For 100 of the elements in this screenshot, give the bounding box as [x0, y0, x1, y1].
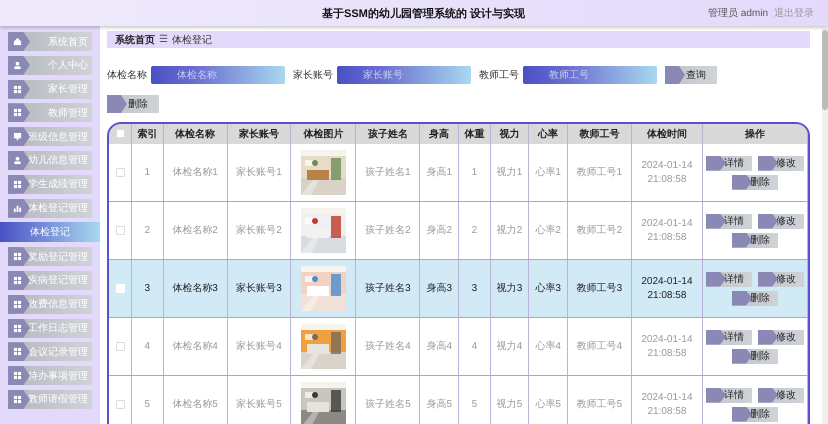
input-field[interactable]: 家长账号 — [337, 66, 471, 84]
column-header: 身高 — [420, 124, 459, 144]
row-checkbox[interactable] — [116, 168, 124, 177]
table-cell: 1 — [132, 144, 164, 202]
delete-row-button[interactable]: 删除 — [732, 174, 778, 190]
bar-chart-icon — [13, 204, 22, 213]
table-cell: 心率3 — [528, 260, 568, 318]
column-header: 孩子姓名 — [356, 124, 420, 144]
scrollbar-thumb[interactable] — [822, 30, 828, 110]
query-button[interactable]: 查询 — [665, 66, 717, 84]
column-header: 家长账号 — [227, 124, 291, 144]
table-cell: 家长账号5 — [227, 376, 291, 424]
input-field[interactable]: 体检名称 — [151, 66, 285, 84]
grid-icon — [13, 276, 22, 285]
table-cell: 3 — [458, 260, 490, 318]
table-row[interactable]: 4 体检名称4 家长账号4 孩子姓名4 身高4 4 视力4 心率4 教师工号4 2024-01-14 21:08:58 详情 修改 删除 — [109, 318, 808, 376]
table-cell: 2024-01-14 21:08:58 — [631, 318, 702, 376]
grid-icon — [13, 324, 22, 333]
detail-button[interactable]: 详情 — [706, 388, 752, 402]
detail-button[interactable]: 详情 — [706, 156, 752, 170]
delete-row-button[interactable]: 删除 — [732, 406, 778, 422]
row-checkbox[interactable] — [116, 400, 124, 409]
table-cell: 5 — [458, 376, 490, 424]
column-header: 体重 — [458, 124, 490, 144]
table-cell: 家长账号4 — [227, 318, 291, 376]
delete-row-button[interactable]: 删除 — [732, 348, 778, 364]
grid-icon — [13, 84, 22, 94]
table-cell: 孩子姓名1 — [356, 144, 420, 202]
table-cell: 5 — [132, 376, 164, 424]
grid-icon — [13, 252, 22, 262]
detail-button[interactable]: 详情 — [706, 214, 752, 228]
person-icon — [13, 156, 22, 165]
user-label: 管理员 admin — [708, 7, 768, 20]
table-cell: 2024-01-14 21:08:58 — [631, 260, 702, 318]
column-header: 视力 — [490, 124, 529, 144]
table-cell: 孩子姓名5 — [356, 376, 420, 424]
detail-button[interactable]: 详情 — [706, 330, 752, 344]
grid-icon — [13, 394, 22, 404]
delete-button[interactable]: 删除 — [107, 95, 159, 113]
table-cell: 家长账号3 — [227, 260, 291, 318]
table-cell: 4 — [458, 318, 490, 376]
delete-row-button[interactable]: 删除 — [732, 232, 778, 248]
edit-button[interactable]: 修改 — [758, 272, 804, 286]
table-cell: 身高1 — [420, 144, 459, 202]
column-header: 体检名称 — [163, 124, 228, 144]
column-header: 心率 — [528, 124, 568, 144]
table-cell: 体检名称4 — [163, 318, 228, 376]
grid-icon — [13, 371, 22, 380]
scrollbar[interactable] — [822, 28, 828, 424]
table-cell: 体检名称3 — [163, 260, 228, 318]
breadcrumb-link[interactable]: 系统首页 — [115, 32, 155, 46]
home-icon — [13, 37, 22, 46]
table-cell: 体检名称5 — [163, 376, 228, 424]
edit-button[interactable]: 修改 — [758, 214, 804, 228]
table-cell: 身高4 — [420, 318, 459, 376]
grid-icon — [13, 180, 22, 189]
column-header: 操作 — [702, 124, 808, 144]
table-cell: 1 — [458, 144, 490, 202]
column-header: 教师工号 — [567, 124, 632, 144]
table-cell: 孩子姓名4 — [356, 318, 420, 376]
field-label: 教师工号 — [479, 69, 519, 82]
table-cell: 家长账号1 — [227, 144, 291, 202]
edit-button[interactable]: 修改 — [758, 388, 804, 402]
table-row[interactable]: 3 体检名称3 家长账号3 孩子姓名3 身高3 3 视力3 心率3 教师工号3 2024-01-14 21:08:58 详情 修改 删除 — [109, 260, 808, 318]
app-title: 基于SSM的幼儿园管理系统的 设计与实现 — [322, 6, 526, 20]
edit-button[interactable]: 修改 — [758, 330, 804, 344]
delete-row-button[interactable]: 删除 — [732, 290, 778, 306]
breadcrumb-current: 体检登记 — [172, 34, 212, 46]
table-cell: 视力4 — [490, 318, 529, 376]
field-label: 家长账号 — [293, 68, 333, 82]
table-cell: 教师工号5 — [567, 376, 632, 424]
table-cell: 教师工号1 — [567, 144, 632, 202]
edit-button[interactable]: 修改 — [758, 156, 804, 170]
person-icon — [13, 60, 22, 70]
monitor-icon — [13, 132, 22, 142]
table-row[interactable]: 2 体检名称2 家长账号2 孩子姓名2 身高2 2 视力2 心率2 教师工号2 2024-01-14 21:08:58 详情 修改 删除 — [109, 202, 808, 260]
table-cell: 心率4 — [528, 318, 568, 376]
column-header: 索引 — [132, 124, 164, 144]
table-cell: 3 — [132, 260, 164, 318]
select-all-checkbox[interactable] — [116, 129, 124, 138]
column-header: 体检图片 — [290, 124, 356, 144]
table-cell: 2024-01-14 21:08:58 — [631, 144, 702, 202]
table-row[interactable]: 5 体检名称5 家长账号5 孩子姓名5 身高5 5 视力5 心率5 教师工号5 2024-01-14 21:08:58 详情 修改 删除 — [109, 376, 808, 424]
table-cell: 体检名称1 — [163, 144, 228, 202]
table-cell: 教师工号3 — [567, 260, 632, 318]
table-row[interactable]: 1 体检名称1 家长账号1 孩子姓名1 身高1 1 视力1 心率1 教师工号1 2024-01-14 21:08:58 详情 修改 删除 — [109, 144, 808, 202]
field-label: 体检名称 — [107, 68, 147, 82]
row-checkbox[interactable] — [116, 342, 124, 351]
grid-icon — [13, 347, 22, 356]
detail-button[interactable]: 详情 — [706, 272, 752, 286]
grid-icon — [13, 108, 22, 118]
column-header: 体检时间 — [631, 124, 702, 144]
table-cell: 孩子姓名3 — [356, 260, 420, 318]
input-field[interactable]: 教师工号 — [523, 66, 657, 84]
grid-icon — [13, 300, 22, 309]
row-checkbox[interactable] — [116, 226, 124, 235]
table-cell: 身高5 — [420, 376, 459, 424]
table-cell: 4 — [132, 318, 164, 376]
table-cell: 身高3 — [420, 260, 459, 318]
table-cell: 视力1 — [490, 144, 529, 202]
